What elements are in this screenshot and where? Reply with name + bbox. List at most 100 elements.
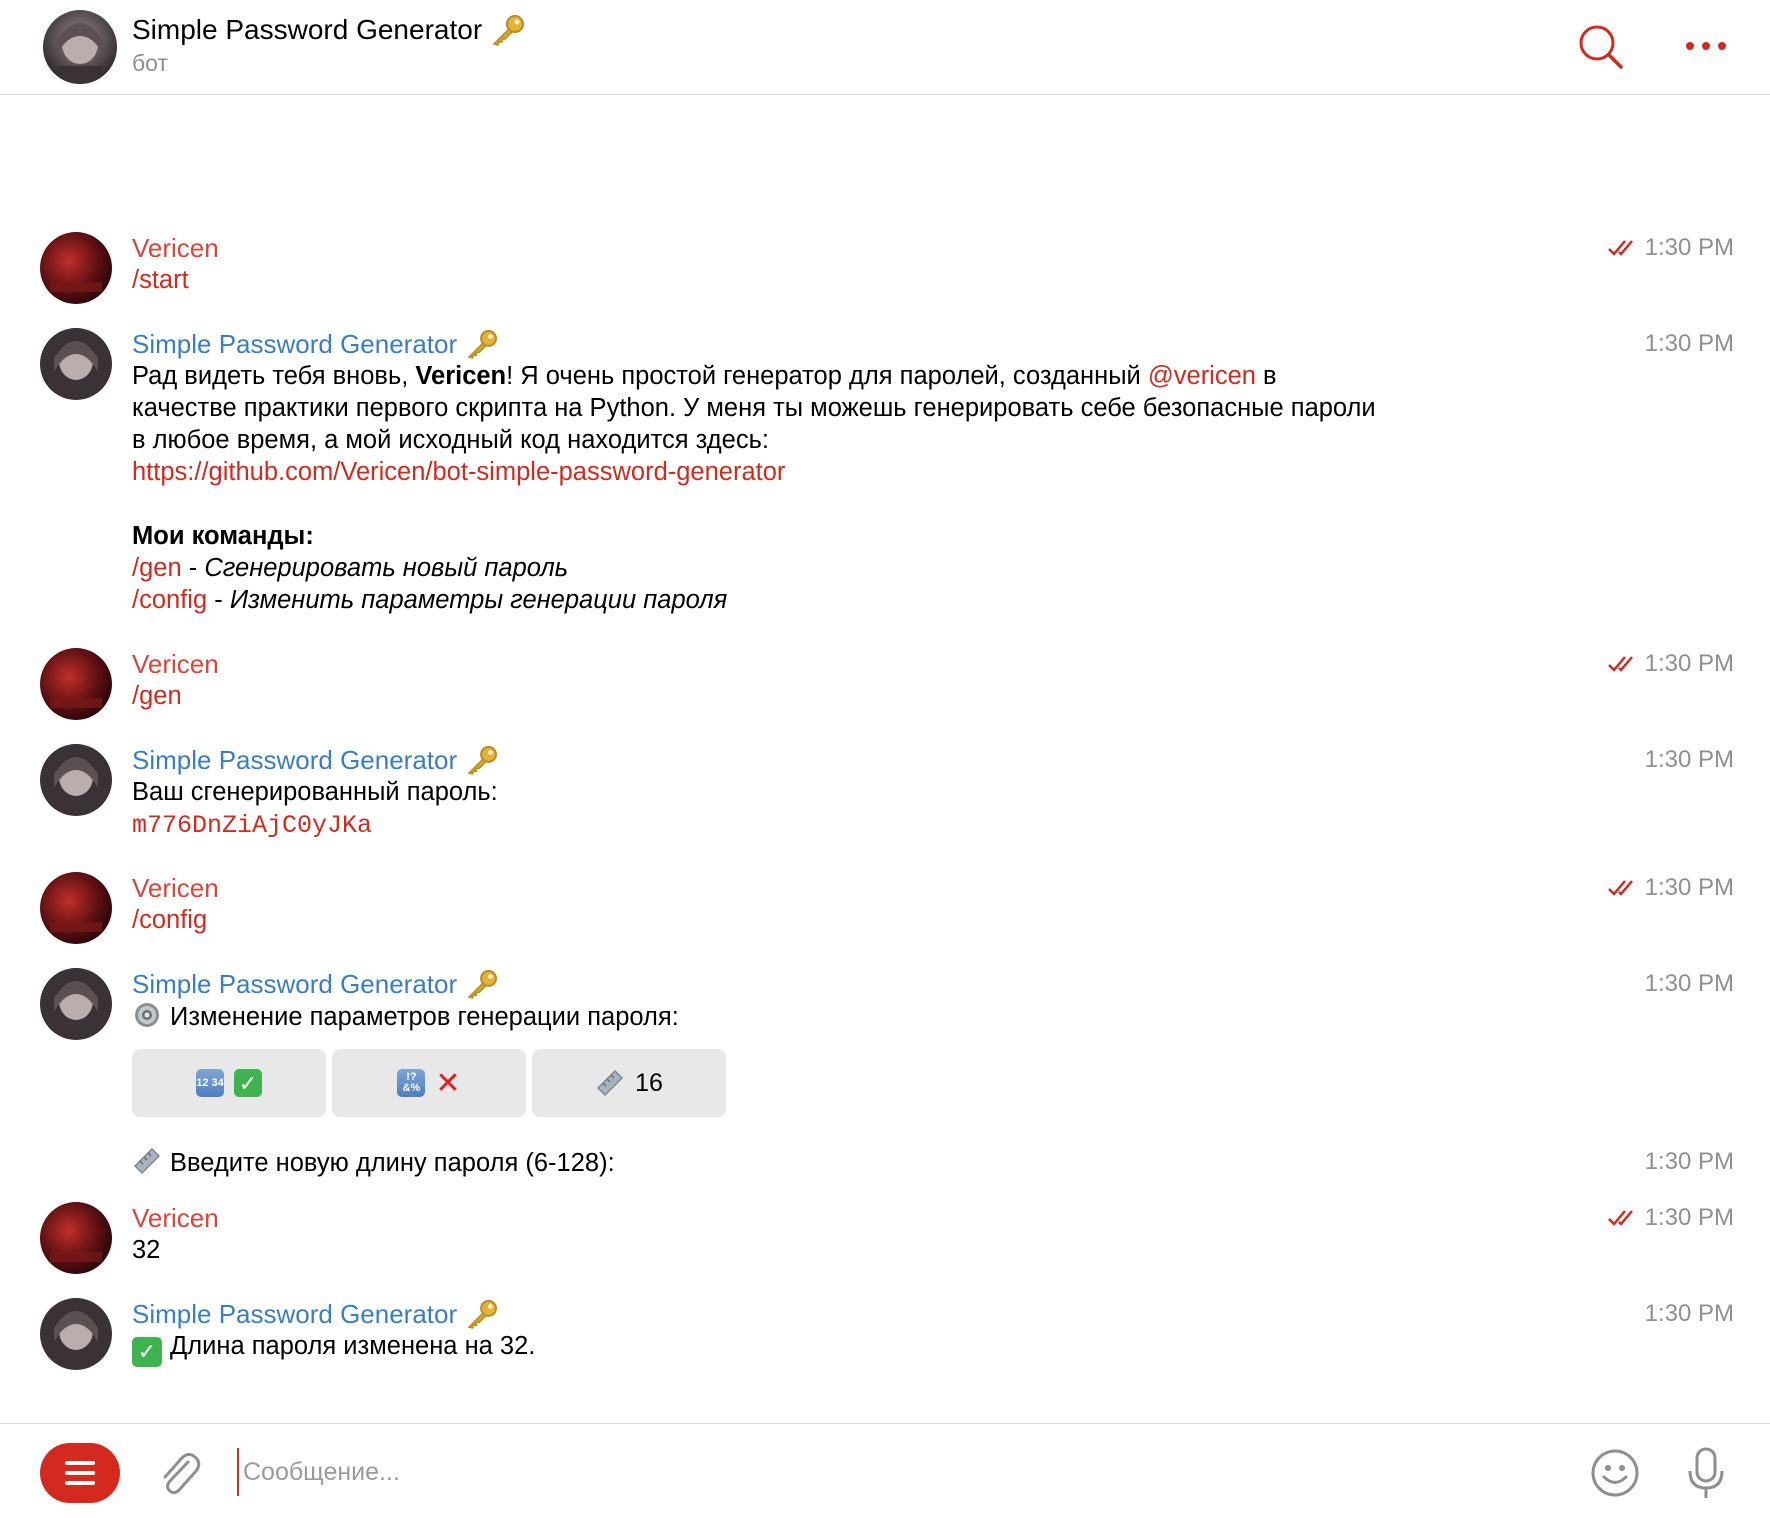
key-icon [467,329,498,359]
double-check-icon [1607,656,1633,672]
menu-line [65,1461,95,1465]
password-caption: Ваш сгенерированный пароль: [132,778,498,806]
author-name-text: Simple Password Generator [132,969,458,999]
message-time: 1:30 PM [1644,1204,1734,1231]
chat-subtitle: бот [132,50,168,76]
generated-password[interactable]: m776DnZiAjC0yJKa [132,811,372,840]
message-text: ✓ Длина пароля изменена на 32. [132,1330,1382,1367]
author-name[interactable]: Simple Password Generator [132,968,1382,1000]
command-link[interactable]: /start [132,266,189,294]
bot-avatar[interactable] [40,1298,112,1370]
bot-avatar[interactable] [40,744,112,816]
message-time: 1:30 PM [1644,1148,1734,1175]
toggle-symbols-button[interactable]: !? &% ✕ [332,1049,526,1117]
message-time: 1:30 PM [1644,234,1734,261]
author-name[interactable]: Vericen [132,1202,1382,1234]
more-icon[interactable] [1680,26,1732,66]
message-text: Ваш сгенерированный пароль: m776DnZiAjC0… [132,776,1382,842]
author-name-text: Simple Password Generator [132,1299,458,1329]
commands-title: Мои команды: [132,522,314,550]
gear-icon [135,1003,159,1027]
menu-line [65,1471,95,1475]
message-time: 1:30 PM [1644,970,1734,997]
message-time: 1:30 PM [1644,874,1734,901]
mention-link[interactable]: @vericen [1148,362,1256,390]
message-text: 32 [132,1236,161,1264]
cross-mark-icon: ✕ [435,1066,461,1100]
check-mark-icon: ✓ [234,1069,262,1097]
author-name-text: Simple Password Generator [132,745,458,775]
greeting-mid: ! Я очень простой генератор для паролей,… [506,362,1148,390]
message-time: 1:30 PM [1644,1300,1734,1327]
command-separator: - [207,586,230,614]
author-name-text: Simple Password Generator [132,329,458,359]
message-text: Введите новую длину пароля (6-128): [132,1146,1382,1179]
config-caption: Изменение параметров генерации пароля: [170,1003,679,1031]
key-icon [467,745,498,775]
command-link[interactable]: /config [132,906,207,934]
author-name[interactable]: Vericen [132,872,1382,904]
author-name[interactable]: Simple Password Generator [132,328,1382,360]
message-text: /gen [132,680,1382,712]
message-meta: 1:30 PM [1645,1146,1734,1178]
bot-avatar[interactable] [40,968,112,1040]
double-check-icon [1607,240,1633,256]
command-link[interactable]: /gen [132,682,182,710]
smiley-icon[interactable] [1590,1448,1640,1498]
bot-menu-button[interactable] [40,1443,120,1503]
bot-avatar[interactable] [40,328,112,400]
menu-line [65,1481,95,1485]
message-meta: 1:30 PM [1645,1298,1734,1330]
toggle-digits-button[interactable]: 12 34 ✓ [132,1049,326,1117]
message-time: 1:30 PM [1644,746,1734,773]
message-time: 1:30 PM [1644,330,1734,357]
message-text: /config [132,904,1382,936]
author-name[interactable]: Simple Password Generator [132,744,1382,776]
message-text: Изменение параметров генерации пароля: [132,1000,1382,1033]
check-mark-icon: ✓ [132,1336,162,1367]
inline-keyboard: 12 34 ✓ !? &% ✕ 16 [132,1049,1382,1117]
message-text: /start [132,264,1382,296]
microphone-icon[interactable] [1686,1446,1726,1500]
command-config-link[interactable]: /config [132,586,207,614]
greeting-name: Vericen [415,362,507,390]
bot-avatar[interactable] [43,10,117,84]
chat-header: Simple Password Generator бот [0,0,1770,95]
symbols-icon: !? &% [397,1069,426,1097]
chat-title: Simple Password Generator [132,12,526,48]
message-meta: 1:30 PM [1645,968,1734,1000]
paperclip-icon[interactable] [156,1448,202,1498]
author-name[interactable]: Simple Password Generator [132,1298,1382,1330]
user-avatar[interactable] [40,648,112,720]
numbers-icon: 12 34 [196,1069,224,1097]
message-text: Рад видеть тебя вновь, Vericen! Я очень … [132,360,1382,616]
message-input[interactable] [237,1448,1537,1496]
message-time: 1:30 PM [1644,650,1734,677]
command-gen-description: Сгенерировать новый пароль [204,554,569,582]
command-separator: - [181,554,205,582]
password-length-button[interactable]: 16 [532,1049,726,1117]
command-config-description: Изменить параметры генерации пароля [229,586,728,614]
key-icon [492,15,525,46]
user-avatar[interactable] [40,232,112,304]
github-link[interactable]: https://github.com/Vericen/bot-simple-pa… [132,458,785,486]
user-avatar[interactable] [40,872,112,944]
chat-title-block[interactable]: Simple Password Generator бот [132,12,526,77]
author-name[interactable]: Vericen [132,648,1382,680]
ruler-icon [597,1069,624,1097]
greeting-prefix: Рад видеть тебя вновь, [132,362,416,390]
message-meta: 1:30 PM [1645,744,1734,776]
key-icon [467,1299,498,1329]
composer-bar [0,1423,1770,1518]
key-icon [467,969,498,999]
ruler-icon [133,1147,161,1175]
command-gen-link[interactable]: /gen [132,554,182,582]
user-avatar[interactable] [40,1202,112,1274]
message-meta: 1:30 PM [1607,1202,1734,1234]
length-value: 16 [635,1068,663,1097]
double-check-icon [1607,880,1633,896]
double-check-icon [1607,1210,1633,1226]
author-name[interactable]: Vericen [132,232,1382,264]
message-meta: 1:30 PM [1607,872,1734,904]
search-icon[interactable] [1576,22,1624,70]
